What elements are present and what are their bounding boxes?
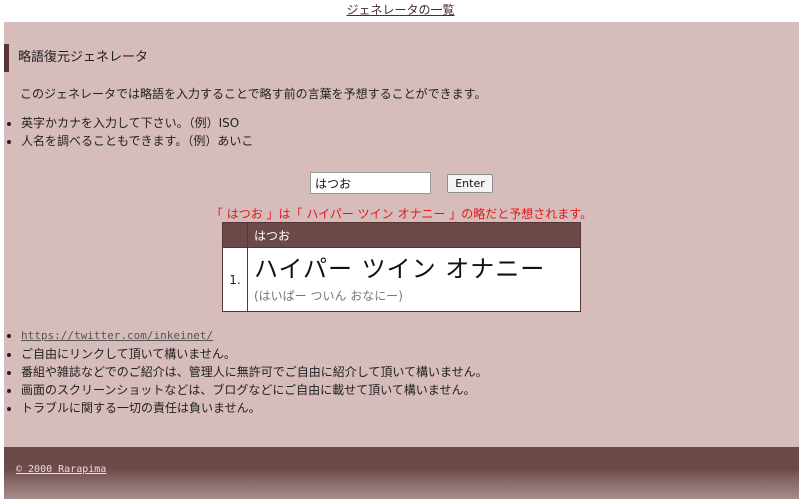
- generator-list-link[interactable]: ジェネレータの一覧: [346, 3, 454, 17]
- list-item: https://twitter.com/inkeinet/: [21, 326, 488, 345]
- list-item: 番組や雑誌などでのご紹介は、管理人に無許可でご自由に紹介して頂いて構いません。: [21, 363, 488, 381]
- query-input[interactable]: [310, 172, 431, 194]
- result-expansion-cell: ハイパー ツイン オナニー (はいぱー ついん おなにー): [247, 247, 581, 312]
- footer: © 2000 Rarapima: [4, 447, 799, 499]
- result-expansion: ハイパー ツイン オナニー: [254, 255, 546, 283]
- top-link-bar: ジェネレータの一覧: [0, 0, 801, 22]
- rank-header-cell: [222, 222, 248, 248]
- result-table-header: はつお: [222, 222, 581, 248]
- notes-list: https://twitter.com/inkeinet/ ご自由にリンクして頂…: [7, 326, 488, 417]
- query-form: Enter: [310, 172, 493, 194]
- list-item: 画面のスクリーンショットなどは、ブログなどにご自由に載せて頂いて構いません。: [21, 381, 488, 399]
- intro-text: このジェネレータでは略語を入力することで略す前の言葉を予想することができます。: [20, 87, 487, 101]
- twitter-link[interactable]: https://twitter.com/inkeinet/: [21, 329, 213, 342]
- table-row: 1. ハイパー ツイン オナニー (はいぱー ついん おなにー): [222, 247, 581, 312]
- content-area: 略語復元ジェネレータ このジェネレータでは略語を入力することで略す前の言葉を予想…: [4, 22, 799, 448]
- tip-item: 英字かカナを入力して下さい。（例）ISO: [21, 114, 253, 132]
- result-header-query: はつお: [247, 222, 581, 248]
- result-message: 「 はつお 」は「 ハイパー ツイン オナニー 」の略だと予想されます。: [210, 207, 593, 221]
- tip-item: 人名を調べることもできます。（例）あいこ: [21, 132, 253, 150]
- result-table: はつお 1. ハイパー ツイン オナニー (はいぱー ついん おなにー): [222, 222, 581, 312]
- tips-list: 英字かカナを入力して下さい。（例）ISO 人名を調べることもできます。（例）あい…: [7, 114, 253, 150]
- result-rank: 1.: [222, 247, 248, 312]
- list-item: ご自由にリンクして頂いて構いません。: [21, 345, 488, 363]
- enter-button[interactable]: Enter: [447, 173, 493, 193]
- copyright-link[interactable]: © 2000 Rarapima: [16, 464, 106, 475]
- result-reading: (はいぱー ついん おなにー): [254, 289, 403, 303]
- list-item: トラブルに関する一切の責任は負いません。: [21, 399, 488, 417]
- page-title: 略語復元ジェネレータ: [4, 44, 148, 72]
